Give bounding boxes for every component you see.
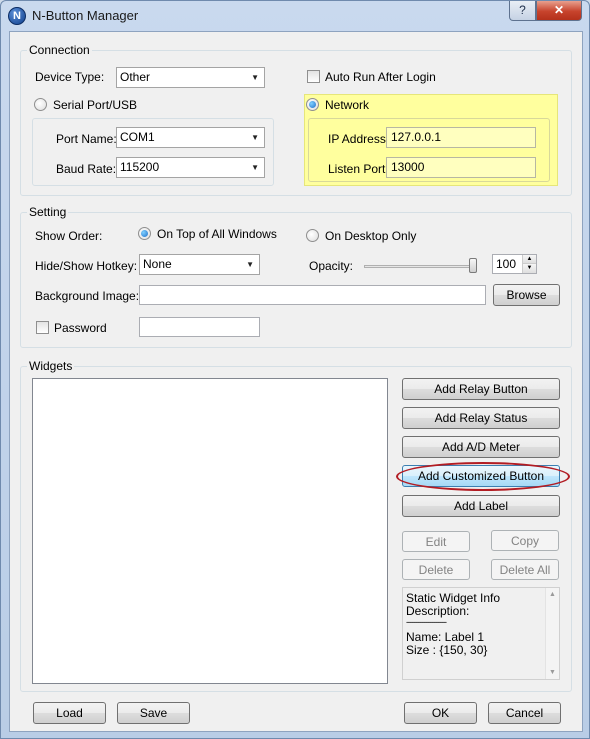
auto-run-checkbox[interactable] bbox=[307, 70, 320, 83]
network-label: Network bbox=[325, 98, 370, 112]
info-line: Static Widget Info bbox=[406, 591, 501, 605]
delete-all-button[interactable]: Delete All bbox=[491, 559, 559, 580]
annotation-ellipse bbox=[396, 462, 570, 491]
baud-rate-label: Baud Rate: bbox=[56, 162, 117, 176]
widget-preview-canvas[interactable] bbox=[32, 378, 388, 684]
baud-rate-value: 115200 bbox=[120, 160, 160, 174]
auto-run-label: Auto Run After Login bbox=[325, 70, 436, 84]
delete-button[interactable]: Delete bbox=[402, 559, 470, 580]
device-type-value: Other bbox=[120, 70, 151, 84]
ip-address-field[interactable]: 127.0.0.1 bbox=[386, 127, 536, 148]
browse-button[interactable]: Browse bbox=[493, 284, 560, 306]
scroll-down-icon[interactable]: ▼ bbox=[549, 669, 556, 676]
edit-button[interactable]: Edit bbox=[402, 531, 470, 552]
opacity-stepper[interactable]: 100 ▲ ▼ bbox=[492, 254, 537, 274]
password-field[interactable] bbox=[139, 317, 260, 337]
ip-address-label: IP Address: bbox=[328, 132, 390, 146]
info-line: Description: bbox=[406, 604, 470, 618]
window-title: N-Button Manager bbox=[32, 8, 139, 23]
close-button[interactable]: ✕ bbox=[536, 1, 582, 21]
save-button[interactable]: Save bbox=[117, 702, 190, 724]
copy-button[interactable]: Copy bbox=[491, 530, 559, 551]
device-type-label: Device Type: bbox=[35, 70, 105, 84]
desktop-only-radio[interactable] bbox=[306, 229, 319, 242]
baud-rate-combo[interactable]: 115200 ▼ bbox=[116, 157, 265, 178]
opacity-label: Opacity: bbox=[309, 259, 354, 273]
title-bar[interactable]: N N-Button Manager ? ✕ bbox=[1, 1, 589, 31]
add-relay-status-button[interactable]: Add Relay Status bbox=[402, 407, 560, 429]
device-type-combo[interactable]: Other ▼ bbox=[116, 67, 265, 88]
widget-info-box[interactable]: Static Widget Info Description: --------… bbox=[402, 587, 560, 680]
info-line: Size : {150, 30} bbox=[406, 643, 488, 657]
network-radio[interactable] bbox=[306, 98, 319, 111]
info-line: -------------------- bbox=[406, 617, 447, 627]
info-line: Name: Label 1 bbox=[406, 630, 485, 644]
chevron-down-icon: ▼ bbox=[246, 260, 254, 269]
desktop-only-label: On Desktop Only bbox=[325, 229, 417, 243]
serial-radio[interactable] bbox=[34, 98, 47, 111]
hotkey-label: Hide/Show Hotkey: bbox=[35, 259, 138, 273]
help-button[interactable]: ? bbox=[509, 1, 536, 21]
on-top-radio[interactable] bbox=[138, 227, 151, 240]
add-ad-meter-button[interactable]: Add A/D Meter bbox=[402, 436, 560, 458]
port-name-value: COM1 bbox=[120, 130, 155, 144]
n-button-manager-window: N N-Button Manager ? ✕ Connection Device… bbox=[0, 0, 590, 739]
port-name-label: Port Name: bbox=[56, 132, 117, 146]
listen-port-field[interactable]: 13000 bbox=[386, 157, 536, 178]
show-order-label: Show Order: bbox=[35, 229, 103, 243]
app-logo-icon: N bbox=[8, 7, 26, 25]
opacity-spin-buttons: ▲ ▼ bbox=[522, 255, 536, 273]
chevron-down-icon: ▼ bbox=[251, 73, 259, 82]
opacity-slider-thumb[interactable] bbox=[469, 258, 477, 273]
cancel-button[interactable]: Cancel bbox=[488, 702, 561, 724]
spin-up-icon[interactable]: ▲ bbox=[523, 255, 536, 264]
serial-label: Serial Port/USB bbox=[53, 98, 138, 112]
chevron-down-icon: ▼ bbox=[251, 133, 259, 142]
info-scrollbar[interactable]: ▲ ▼ bbox=[545, 588, 559, 679]
on-top-label: On Top of All Windows bbox=[157, 227, 277, 241]
port-name-combo[interactable]: COM1 ▼ bbox=[116, 127, 265, 148]
opacity-value: 100 bbox=[496, 257, 517, 271]
dialog-client-area: Connection Device Type: Other ▼ Auto Run… bbox=[9, 31, 583, 732]
background-image-field[interactable] bbox=[139, 285, 486, 305]
connection-legend: Connection bbox=[27, 43, 92, 57]
chevron-down-icon: ▼ bbox=[251, 163, 259, 172]
scroll-up-icon[interactable]: ▲ bbox=[549, 591, 556, 598]
widgets-legend: Widgets bbox=[27, 359, 75, 373]
setting-legend: Setting bbox=[27, 205, 69, 219]
background-image-label: Background Image: bbox=[35, 289, 140, 303]
ok-button[interactable]: OK bbox=[404, 702, 477, 724]
load-button[interactable]: Load bbox=[33, 702, 106, 724]
hotkey-combo[interactable]: None ▼ bbox=[139, 254, 260, 275]
password-checkbox[interactable] bbox=[36, 321, 49, 334]
opacity-slider-track[interactable] bbox=[364, 265, 476, 268]
add-label-button[interactable]: Add Label bbox=[402, 495, 560, 517]
password-label: Password bbox=[54, 321, 107, 335]
listen-port-label: Listen Port: bbox=[328, 162, 389, 176]
spin-down-icon[interactable]: ▼ bbox=[523, 264, 536, 273]
add-relay-button[interactable]: Add Relay Button bbox=[402, 378, 560, 400]
hotkey-value: None bbox=[143, 257, 172, 271]
